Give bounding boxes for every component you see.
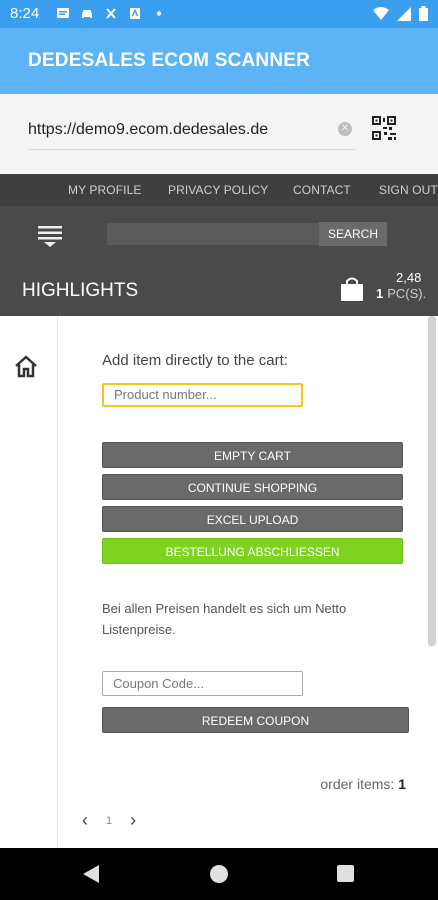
home-icon[interactable] [14,354,38,378]
empty-cart-button[interactable]: EMPTY CART [102,442,403,468]
cart-count: 1 [376,286,384,301]
coupon-code-input[interactable]: Coupon Code... [102,671,303,696]
cart-unit: PC(S). [387,286,427,301]
search-input[interactable] [107,223,319,245]
message-icon [57,8,69,18]
product-number-input[interactable]: Product number... [102,383,303,407]
url-area: https://demo9.ecom.dedesales.de ✕ [0,94,438,174]
cart-content: Add item directly to the cart: Product n… [0,316,438,848]
page-number[interactable]: 1 [106,815,112,827]
app-bar: DEDESALES ECOM SCANNER [0,28,438,94]
app-title: DEDESALES ECOM SCANNER [28,50,311,71]
nav-privacy-policy[interactable]: PRIVACY POLICY [168,183,268,197]
order-items: order items: 1 [320,776,406,792]
order-items-count: 1 [398,776,406,792]
left-sidebar [0,316,58,848]
status-icons-right [373,6,428,21]
nav-contact[interactable]: CONTACT [293,183,351,197]
recent-apps-icon[interactable] [337,865,354,882]
checkout-button[interactable]: BESTELLUNG ABSCHLIESSEN [102,538,403,564]
add-item-label: Add item directly to the cart: [102,352,288,369]
price-info-text: Bei allen Preisen handelt es sich um Net… [102,601,347,637]
signal-icon [397,6,411,21]
dot-icon [156,11,162,16]
prev-page-icon[interactable]: ‹ [82,810,88,831]
clear-icon[interactable]: ✕ [338,122,352,136]
order-items-label: order items: [320,776,395,792]
status-icons-left [56,7,166,20]
nav-sign-out[interactable]: SIGN OUT [379,183,438,197]
scrollbar[interactable] [428,316,436,646]
back-icon[interactable] [83,865,99,883]
cart-price: 2,48 [396,270,422,285]
section-title: HIGHLIGHTS [22,280,139,301]
status-bar: 8:24 [0,0,438,28]
wifi-icon [373,6,389,20]
next-page-icon[interactable]: › [130,810,136,831]
continue-shopping-button[interactable]: CONTINUE SHOPPING [102,474,403,500]
nav-my-profile[interactable]: MY PROFILE [68,183,141,197]
excel-upload-button[interactable]: EXCEL UPLOAD [102,506,403,532]
shop-header: MY PROFILE PRIVACY POLICY CONTACT SIGN O… [0,174,438,316]
redeem-coupon-button[interactable]: REDEEM COUPON [102,707,409,733]
top-nav: MY PROFILE PRIVACY POLICY CONTACT SIGN O… [0,174,438,206]
status-time: 8:24 [10,5,40,22]
qr-code-icon[interactable] [372,116,396,140]
pagination: ‹ 1 › [82,810,136,831]
fan-icon [106,8,116,19]
cart-quantity: 1 PC(S). [376,286,426,301]
battery-icon [419,6,428,21]
home-button-icon[interactable] [210,865,228,883]
notification-icon [130,8,140,19]
car-icon [82,10,92,18]
menu-icon[interactable] [38,224,62,248]
url-text[interactable]: https://demo9.ecom.dedesales.de [28,121,268,139]
url-field[interactable]: https://demo9.ecom.dedesales.de ✕ [28,118,356,150]
shopping-bag-icon[interactable] [339,276,365,302]
search-button[interactable]: SEARCH [319,222,387,246]
system-nav-bar [0,848,438,900]
